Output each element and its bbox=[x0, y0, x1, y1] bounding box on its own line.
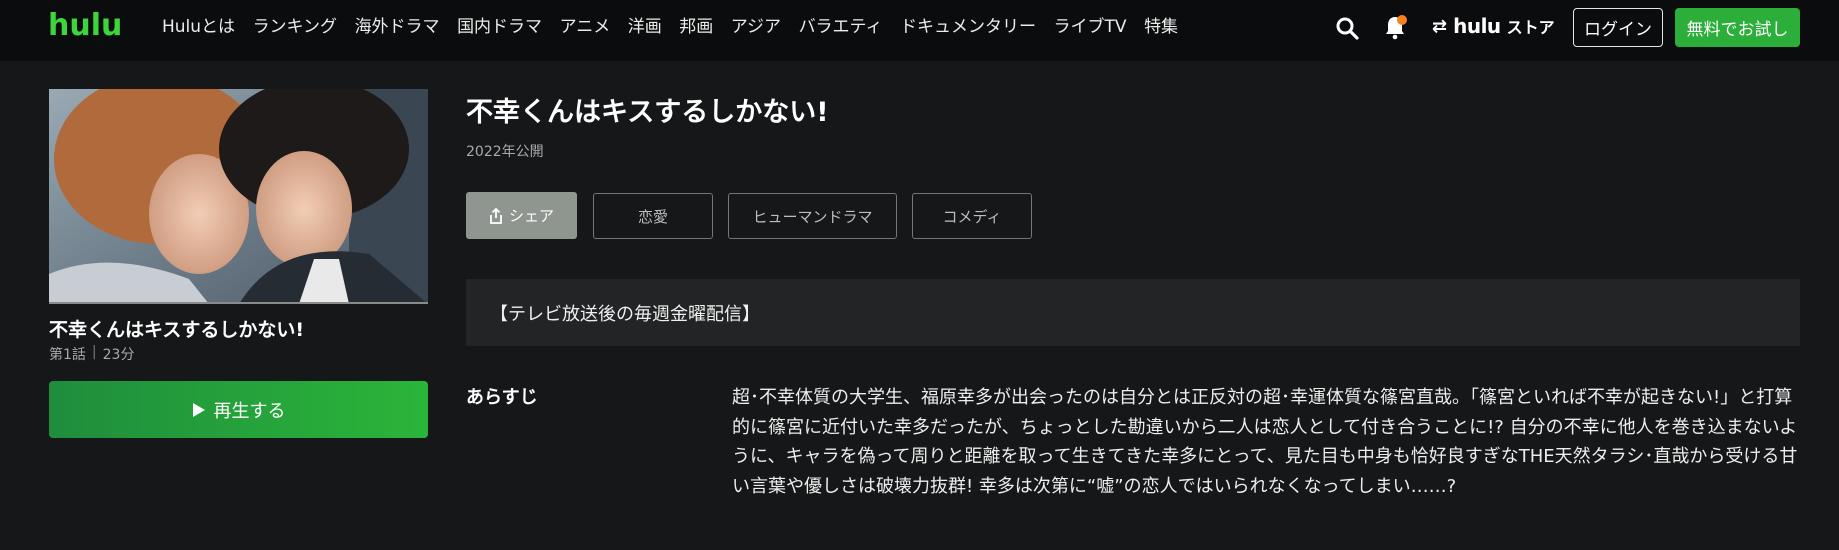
top-header: hulu Huluとは ランキング 海外ドラマ 国内ドラマ アニメ 洋画 邦画 … bbox=[0, 0, 1839, 61]
synopsis-label: あらすじ bbox=[466, 387, 538, 408]
share-icon bbox=[490, 207, 502, 224]
free-trial-button[interactable]: 無料でお試し bbox=[1675, 8, 1800, 47]
nav-item-live-tv[interactable]: ライブTV bbox=[1054, 15, 1127, 39]
play-label: 再生する bbox=[213, 400, 286, 422]
play-icon bbox=[192, 402, 205, 417]
episode-meta: 第1話 | 23分 bbox=[49, 344, 134, 364]
release-year: 2022年公開 bbox=[466, 144, 544, 160]
nav-item-about[interactable]: Huluとは bbox=[162, 15, 235, 39]
nav-item-asia[interactable]: アジア bbox=[731, 15, 781, 39]
nav-item-features[interactable]: 特集 bbox=[1144, 15, 1178, 39]
swap-arrows-icon: ⇄ bbox=[1432, 15, 1448, 37]
hulu-store-link[interactable]: ⇄ hulu ストア bbox=[1432, 14, 1555, 38]
share-label: シェア bbox=[508, 207, 554, 225]
share-button[interactable]: シェア bbox=[466, 192, 577, 239]
episode-thumbnail[interactable] bbox=[49, 89, 428, 304]
main-nav: Huluとは ランキング 海外ドラマ 国内ドラマ アニメ 洋画 邦画 アジア バ… bbox=[162, 15, 1196, 39]
play-button[interactable]: 再生する bbox=[49, 381, 428, 438]
thumbnail-progress-bar bbox=[49, 302, 428, 304]
meta-separator: | bbox=[91, 344, 97, 360]
genre-tag-comedy[interactable]: コメディ bbox=[912, 193, 1032, 239]
nav-item-domestic-drama[interactable]: 国内ドラマ bbox=[457, 15, 542, 39]
nav-item-foreign-drama[interactable]: 海外ドラマ bbox=[355, 15, 440, 39]
nav-item-ranking[interactable]: ランキング bbox=[253, 15, 338, 39]
episode-title: 不幸くんはキスするしかない! bbox=[49, 319, 305, 341]
nav-item-documentary[interactable]: ドキュメンタリー bbox=[900, 15, 1036, 39]
synopsis-text: 超･不幸体質の大学生、福原幸多が出会ったのは自分とは正反対の超･幸運体質な篠宮直… bbox=[732, 387, 1798, 497]
genre-tag-human-drama[interactable]: ヒューマンドラマ bbox=[728, 193, 897, 239]
episode-duration: 23分 bbox=[102, 347, 135, 363]
broadcast-notice: 【テレビ放送後の毎週金曜配信】 bbox=[466, 279, 1800, 346]
notification-dot bbox=[1397, 15, 1407, 25]
thumbnail-image bbox=[49, 89, 428, 304]
nav-item-japanese-movies[interactable]: 邦画 bbox=[679, 15, 713, 39]
search-icon[interactable] bbox=[1335, 16, 1359, 40]
store-label: ストア bbox=[1506, 18, 1555, 37]
episode-number: 第1話 bbox=[49, 347, 86, 363]
store-logo: hulu bbox=[1453, 14, 1501, 38]
hulu-logo[interactable]: hulu bbox=[48, 8, 122, 43]
nav-item-variety[interactable]: バラエティ bbox=[799, 15, 883, 39]
show-title: 不幸くんはキスするしかない! bbox=[466, 97, 829, 128]
login-button[interactable]: ログイン bbox=[1573, 8, 1663, 47]
nav-item-western-movies[interactable]: 洋画 bbox=[628, 15, 662, 39]
genre-tag-romance[interactable]: 恋愛 bbox=[593, 193, 713, 239]
nav-item-anime[interactable]: アニメ bbox=[560, 15, 611, 39]
